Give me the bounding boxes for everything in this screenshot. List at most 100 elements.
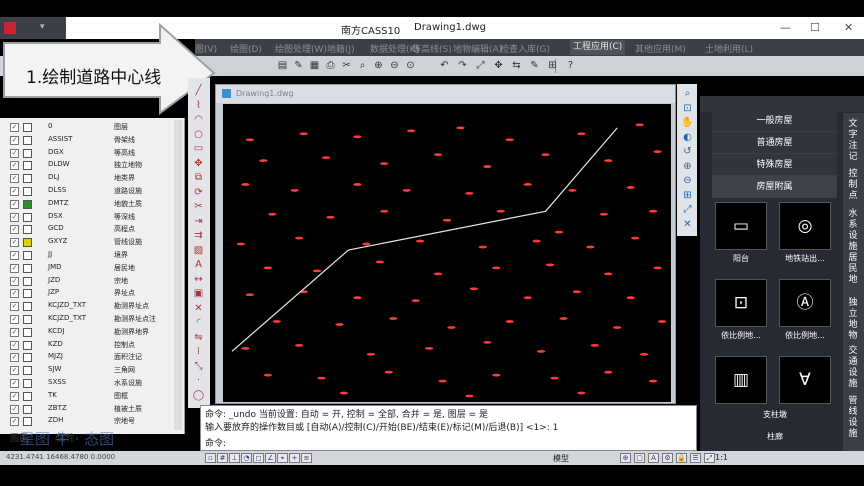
menu-item-7[interactable]: 检查入库(G) <box>500 42 550 55</box>
layer-row[interactable]: ✓ KZD 控制点 <box>10 340 182 351</box>
survey-point-marker[interactable] <box>411 299 420 303</box>
zoom-realtime-icon[interactable]: ⌕ <box>681 87 694 100</box>
layer-visible-checkbox[interactable]: ✓ <box>10 391 19 401</box>
survey-point-marker[interactable] <box>389 317 398 320</box>
toolbar-pan-extents-icon[interactable]: ⤢ <box>474 59 487 72</box>
zoom-window-icon[interactable]: ⊡ <box>681 102 694 115</box>
survey-point-marker[interactable] <box>577 132 586 136</box>
zoom-in-2-icon[interactable]: ⊕ <box>681 160 694 173</box>
ortho-toggle-button[interactable]: ⊥ <box>229 453 240 463</box>
symbol-category-item[interactable]: 房屋附属 <box>712 176 837 198</box>
survey-point-marker[interactable] <box>245 138 255 142</box>
zoom-out-2-icon[interactable]: ⊖ <box>681 174 694 187</box>
survey-point-marker[interactable] <box>362 242 371 246</box>
layer-visible-checkbox[interactable]: ✓ <box>10 366 19 376</box>
layer-visible-checkbox[interactable]: ✓ <box>10 187 19 196</box>
layer-row[interactable]: ✓ DSX 等深线 <box>10 212 182 223</box>
polar-toggle-button[interactable]: ◔ <box>241 453 252 463</box>
layer-row[interactable]: ✓ KCJZD_TXT 勘测界址点注 <box>10 314 182 325</box>
survey-point-marker[interactable] <box>353 135 362 139</box>
symbol-category-item[interactable]: 普通房屋 <box>712 132 837 154</box>
layer-visible-checkbox[interactable]: ✓ <box>10 135 19 145</box>
layer-visible-checkbox[interactable]: ✓ <box>10 340 19 350</box>
hatch-icon[interactable]: ▨ <box>192 244 205 257</box>
zoom-extents-2-icon[interactable]: ⤢ <box>681 203 694 216</box>
layer-row[interactable]: ✓ DLJ 地类界 <box>10 173 182 184</box>
toolbar-zoom-in-icon[interactable]: ⊕ <box>372 59 385 72</box>
ducs-toggle-button[interactable]: ⌖ <box>277 453 288 463</box>
layer-visible-checkbox[interactable]: ✓ <box>10 417 19 427</box>
toolbar-print-icon[interactable]: ⎙ <box>324 59 337 72</box>
survey-point-marker[interactable] <box>456 126 465 130</box>
ellipse-icon[interactable]: ◯ <box>192 389 205 402</box>
layer-row[interactable]: ✓ JZP 界址点 <box>10 288 182 299</box>
mirror-icon[interactable]: ⇋ <box>192 331 205 344</box>
survey-point-marker[interactable] <box>532 239 541 243</box>
survey-point-marker[interactable] <box>541 153 550 157</box>
survey-point-marker[interactable] <box>648 379 658 383</box>
layer-row[interactable]: ✓ ZDH 宗地号 <box>10 416 182 427</box>
layer-color-swatch[interactable] <box>23 238 32 248</box>
survey-point-marker[interactable] <box>657 320 667 323</box>
toolbar-move-icon[interactable]: ✥ <box>492 59 505 72</box>
survey-point-marker[interactable] <box>626 186 635 189</box>
survey-point-marker[interactable] <box>424 346 434 350</box>
layer-row[interactable]: ✓ GCD 高程点 <box>10 224 182 235</box>
polyline-icon[interactable]: ⌇ <box>192 99 205 112</box>
layer-color-swatch[interactable] <box>23 379 32 388</box>
line-icon[interactable]: ╱ <box>192 84 205 97</box>
model-space-label[interactable]: 模型 <box>553 453 569 464</box>
point-icon[interactable]: · <box>192 374 205 387</box>
survey-point-marker[interactable] <box>384 370 393 374</box>
layer-row[interactable]: ✓ MJZJ 面积注记 <box>10 352 182 363</box>
survey-point-marker[interactable] <box>433 272 443 276</box>
layer-color-swatch[interactable] <box>23 148 32 158</box>
toolbar-grid-icon[interactable]: ▦ <box>308 59 321 72</box>
layer-row[interactable]: ✓ KCDJ 勘测界地界 <box>10 327 182 338</box>
survey-point-marker[interactable] <box>380 209 389 213</box>
layer-visible-checkbox[interactable]: ✓ <box>10 327 19 337</box>
layer-color-swatch[interactable] <box>23 135 32 145</box>
toolbar-zoom-search-icon[interactable]: ⌕ <box>356 59 369 72</box>
layer-visible-checkbox[interactable]: ✓ <box>10 251 19 260</box>
orbit-icon[interactable]: ◐ <box>681 131 694 144</box>
survey-point-marker[interactable] <box>465 394 474 398</box>
layer-color-swatch[interactable] <box>23 302 32 312</box>
layer-row[interactable]: ✓ ASSIST 骨架线 <box>10 135 182 146</box>
menu-item-10[interactable]: 土地利用(L) <box>705 42 753 55</box>
survey-point-marker[interactable] <box>559 317 568 320</box>
survey-point-marker[interactable] <box>554 230 564 234</box>
survey-point-marker[interactable] <box>442 218 452 222</box>
survey-point-marker[interactable] <box>299 132 308 136</box>
survey-point-marker[interactable] <box>339 391 349 395</box>
array-icon[interactable]: ⁞ <box>192 345 205 358</box>
survey-point-marker[interactable] <box>626 296 635 300</box>
survey-point-marker[interactable] <box>653 266 662 270</box>
survey-point-marker[interactable] <box>402 189 411 192</box>
settings-status-icon[interactable]: ☰ <box>690 453 701 463</box>
layer-color-swatch[interactable] <box>23 212 32 222</box>
survey-point-marker[interactable] <box>523 296 532 300</box>
copy-icon[interactable]: ⧉ <box>192 171 205 184</box>
survey-point-marker[interactable] <box>433 153 443 157</box>
layer-scrollbar[interactable] <box>174 120 182 430</box>
zoom-previous-icon[interactable]: ↺ <box>681 145 694 158</box>
survey-point-marker[interactable] <box>415 239 425 243</box>
block-icon[interactable]: ▣ <box>192 287 205 300</box>
survey-point-marker[interactable] <box>496 209 505 213</box>
layer-row[interactable]: ✓ JJ 境界 <box>10 250 182 261</box>
vertical-tab[interactable]: 交通设施 <box>846 346 860 390</box>
dim-icon[interactable]: ↔ <box>192 273 205 286</box>
survey-point-marker[interactable] <box>406 129 416 133</box>
rect-icon[interactable]: ▭ <box>192 142 205 155</box>
layer-row[interactable]: ✓ DLSS 道路设施 <box>10 186 182 197</box>
menu-item-9[interactable]: 其他应用(M) <box>635 42 686 55</box>
menu-item-8[interactable]: 工程应用(C) <box>570 40 626 55</box>
drawing-title-bar[interactable]: Drawing1.dwg <box>216 85 675 103</box>
symbol-category-item[interactable]: 一般房屋 <box>712 110 837 132</box>
survey-point-marker[interactable] <box>572 290 582 294</box>
survey-point-marker[interactable] <box>438 379 447 383</box>
vertical-tab[interactable]: 管线设施 <box>846 396 860 440</box>
layer-row[interactable]: ✓ JZD 宗地 <box>10 276 182 287</box>
layer-row[interactable]: ✓ ZBTZ 植被土质 <box>10 404 182 415</box>
